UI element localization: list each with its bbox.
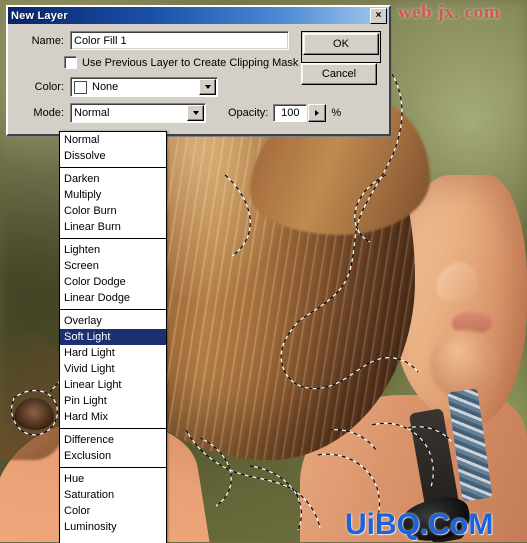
- dropdown-item-lighten[interactable]: Lighten: [60, 242, 166, 258]
- dropdown-separator: [60, 309, 166, 310]
- dropdown-item-color-dodge[interactable]: Color Dodge: [60, 274, 166, 290]
- name-label: Name:: [31, 34, 64, 47]
- opacity-input[interactable]: 100: [273, 104, 308, 122]
- dropdown-item-color-burn[interactable]: Color Burn: [60, 203, 166, 219]
- dropdown-item-color[interactable]: Color: [60, 503, 166, 519]
- blend-mode-select[interactable]: Normal: [70, 103, 206, 123]
- blend-mode-dropdown-list[interactable]: Normal Dissolve Darken Multiply Color Burn Li…: [59, 131, 167, 543]
- dropdown-item-normal[interactable]: Normal: [60, 132, 166, 148]
- dialog-body: OK Cancel Name: Color Fill 1 Use Previou…: [8, 24, 389, 134]
- dropdown-item-soft-light[interactable]: Soft Light: [60, 329, 166, 345]
- mode-label: Mode:: [33, 107, 64, 119]
- dropdown-item-multiply[interactable]: Multiply: [60, 187, 166, 203]
- dropdown-item-hard-mix[interactable]: Hard Mix: [60, 409, 166, 425]
- dialog-title: New Layer: [11, 9, 68, 22]
- dropdown-item-exclusion[interactable]: Exclusion: [60, 448, 166, 464]
- dropdown-item-linear-dodge[interactable]: Linear Dodge: [60, 290, 166, 306]
- dropdown-item-hard-light[interactable]: Hard Light: [60, 345, 166, 361]
- ok-button[interactable]: OK: [303, 33, 379, 55]
- opacity-label: Opacity:: [228, 107, 269, 119]
- dropdown-item-pin-light[interactable]: Pin Light: [60, 393, 166, 409]
- close-icon[interactable]: ×: [370, 7, 387, 24]
- color-select-value: None: [92, 81, 119, 93]
- blend-mode-value: Normal: [74, 107, 110, 119]
- ok-button-default-ring: OK: [301, 31, 381, 63]
- dropdown-item-linear-burn[interactable]: Linear Burn: [60, 219, 166, 235]
- dropdown-item-difference[interactable]: Difference: [60, 432, 166, 448]
- dropdown-item-linear-light[interactable]: Linear Light: [60, 377, 166, 393]
- cancel-button[interactable]: Cancel: [301, 63, 377, 85]
- dropdown-item-luminosity[interactable]: Luminosity: [60, 519, 166, 535]
- dropdown-item-overlay[interactable]: Overlay: [60, 313, 166, 329]
- opacity-unit: %: [331, 107, 342, 119]
- dropdown-separator: [60, 167, 166, 168]
- dropdown-item-saturation[interactable]: Saturation: [60, 487, 166, 503]
- clipping-mask-checkbox[interactable]: [64, 56, 77, 69]
- opacity-slider-arrow-icon[interactable]: [308, 104, 327, 122]
- dropdown-separator: [60, 467, 166, 468]
- new-layer-dialog: New Layer × OK Cancel Name: Color Fill 1…: [6, 5, 391, 136]
- clipping-mask-label: Use Previous Layer to Create Clipping Ma…: [82, 56, 299, 69]
- dropdown-item-dissolve[interactable]: Dissolve: [60, 148, 166, 164]
- dropdown-item-vivid-light[interactable]: Vivid Light: [60, 361, 166, 377]
- dialog-button-column: OK Cancel: [301, 31, 381, 91]
- color-label: Color:: [34, 81, 64, 93]
- name-input[interactable]: Color Fill 1: [70, 31, 289, 50]
- dropdown-item-screen[interactable]: Screen: [60, 258, 166, 274]
- chevron-down-icon[interactable]: [199, 79, 216, 95]
- chevron-down-icon[interactable]: [187, 105, 204, 121]
- dialog-titlebar[interactable]: New Layer ×: [8, 7, 389, 24]
- dropdown-separator: [60, 428, 166, 429]
- mode-row: Mode: Normal Opacity: 100 %: [16, 103, 381, 123]
- opacity-group: Opacity: 100 %: [228, 104, 341, 122]
- name-input-value: Color Fill 1: [74, 34, 127, 47]
- watermark-bottom-right: UiBQ.CoM: [345, 508, 494, 541]
- watermark-top-right: web jx. com: [398, 2, 501, 23]
- dropdown-separator: [60, 238, 166, 239]
- dropdown-item-hue[interactable]: Hue: [60, 471, 166, 487]
- color-swatch-icon: [74, 80, 87, 94]
- butterfly: [14, 398, 54, 430]
- color-select[interactable]: None: [70, 77, 218, 97]
- dropdown-item-darken[interactable]: Darken: [60, 171, 166, 187]
